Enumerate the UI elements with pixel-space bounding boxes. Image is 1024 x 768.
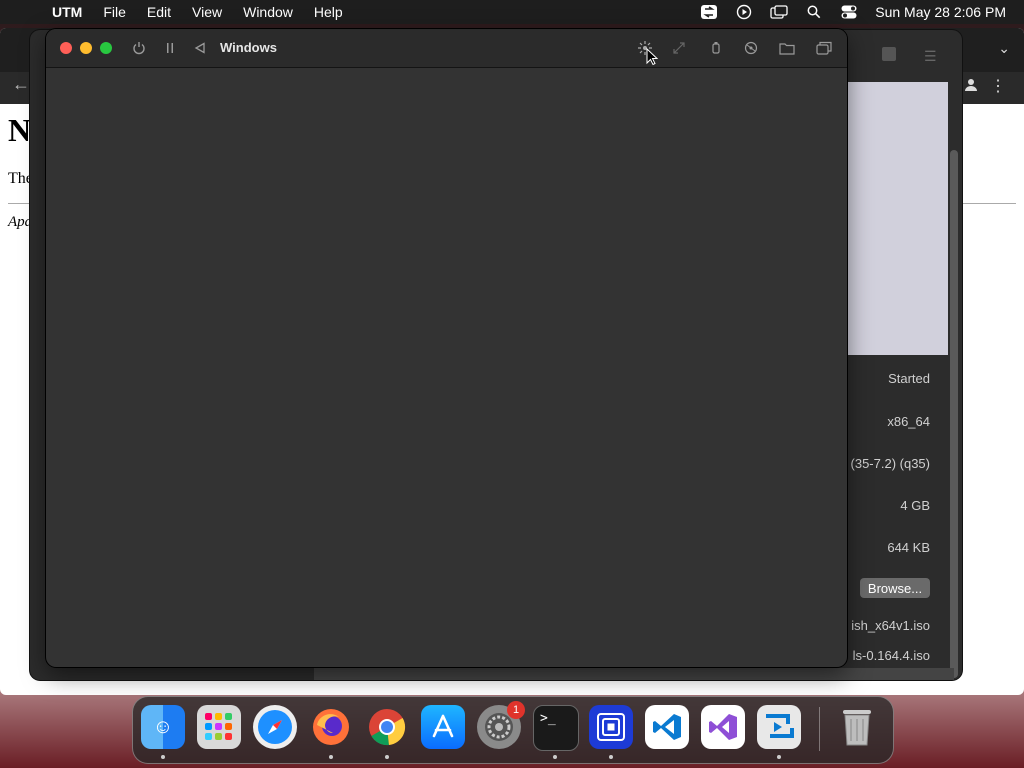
remote-desktop-status-icon[interactable]: [699, 4, 719, 20]
dock: ☺ 1 >_: [132, 696, 894, 764]
vm-window-title: Windows: [220, 40, 277, 55]
cd-iso-1-value: ish_x64v1.iso: [851, 618, 930, 633]
dock-running-indicator: [609, 755, 613, 759]
vm-display-window[interactable]: Windows: [46, 29, 847, 667]
shared-folder-icon[interactable]: [777, 38, 797, 58]
dock-app-store-icon[interactable]: [421, 705, 465, 749]
dock-firefox-icon[interactable]: [309, 705, 353, 749]
dock-running-indicator: [777, 755, 781, 759]
menu-file[interactable]: File: [103, 4, 126, 20]
resize-icon[interactable]: [669, 38, 689, 58]
dock-running-indicator: [553, 755, 557, 759]
vm-status-value: Started: [888, 371, 930, 386]
spotlight-search-icon[interactable]: [804, 4, 824, 20]
restart-icon[interactable]: [190, 38, 210, 58]
more-options-icon[interactable]: ⋮: [990, 76, 1006, 96]
dock-separator: [819, 707, 820, 751]
dock-vscode-icon[interactable]: [645, 705, 689, 749]
drive-icon[interactable]: [741, 38, 761, 58]
pause-icon[interactable]: [160, 38, 180, 58]
dock-launchpad-icon[interactable]: [197, 705, 241, 749]
chevron-down-icon[interactable]: ⌄: [998, 40, 1010, 57]
vm-size-value: 644 KB: [887, 540, 930, 555]
menu-clock[interactable]: Sun May 28 2:06 PM: [875, 4, 1006, 20]
control-center-icon[interactable]: [839, 4, 859, 20]
dock-safari-icon[interactable]: [253, 705, 297, 749]
menu-window[interactable]: Window: [243, 4, 293, 20]
usb-icon[interactable]: [706, 38, 726, 58]
menu-help[interactable]: Help: [314, 4, 343, 20]
power-icon[interactable]: [129, 38, 149, 58]
vm-memory-value: 4 GB: [900, 498, 930, 513]
menu-view[interactable]: View: [192, 4, 222, 20]
horizontal-scrollbar[interactable]: [314, 668, 954, 680]
dock-visual-studio-icon[interactable]: [701, 705, 745, 749]
dock-running-indicator: [329, 755, 333, 759]
windows-switcher-icon[interactable]: [814, 38, 834, 58]
cd-iso-2-value: ls-0.164.4.iso: [852, 648, 930, 663]
vm-machine-value: (35-7.2) (q35): [850, 456, 930, 471]
play-circle-icon[interactable]: [734, 4, 754, 20]
profile-icon[interactable]: [964, 78, 978, 95]
dock-chrome-icon[interactable]: [365, 705, 409, 749]
vm-architecture-value: x86_64: [887, 414, 930, 429]
screen-mirroring-icon[interactable]: [769, 4, 789, 20]
settings-sliders-icon[interactable]: ☰: [924, 48, 940, 64]
vm-preview-thumbnail[interactable]: [848, 82, 948, 355]
close-window-button[interactable]: [60, 42, 72, 54]
dock-trash-icon[interactable]: [835, 705, 879, 749]
menu-edit[interactable]: Edit: [147, 4, 171, 20]
dock-running-indicator: [161, 755, 165, 759]
zoom-window-button[interactable]: [100, 42, 112, 54]
dock-running-indicator: [385, 755, 389, 759]
dock-remote-desktop-icon[interactable]: [757, 705, 801, 749]
minimize-window-button[interactable]: [80, 42, 92, 54]
stop-icon[interactable]: [882, 47, 896, 61]
dock-finder-icon[interactable]: ☺: [141, 705, 185, 749]
dock-terminal-icon[interactable]: >_: [533, 705, 579, 751]
vertical-scrollbar[interactable]: [950, 150, 958, 678]
notification-badge: 1: [507, 701, 525, 719]
menu-app-name[interactable]: UTM: [52, 4, 82, 20]
back-arrow-icon[interactable]: ←: [12, 74, 32, 94]
menu-bar: UTM File Edit View Window Help Sun May 2…: [0, 0, 1024, 24]
dock-utm-icon[interactable]: [589, 705, 633, 749]
browse-button[interactable]: Browse...: [860, 578, 930, 598]
mouse-cursor-icon: [646, 48, 658, 66]
